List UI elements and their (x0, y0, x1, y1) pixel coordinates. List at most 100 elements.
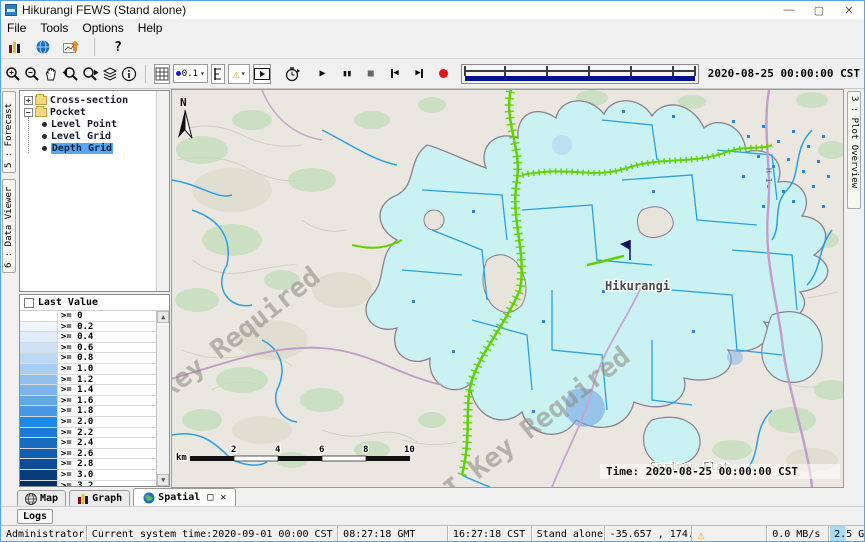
legend-color-swatch (20, 406, 58, 416)
tab-graph[interactable]: Graph (69, 490, 130, 506)
legend-color-swatch (20, 385, 58, 395)
svg-text:10: 10 (404, 445, 415, 455)
scroll-up-icon[interactable]: ▲ (157, 311, 169, 323)
legend-row: >= 2.2 (20, 428, 156, 439)
app-logo-icon (5, 4, 17, 16)
legend-row: >= 0.6 (20, 343, 156, 354)
tree-node-cross-section[interactable]: + Cross-section (20, 94, 169, 106)
expand-icon[interactable]: + (24, 96, 33, 105)
scroll-down-icon[interactable]: ▼ (157, 474, 169, 486)
stop-icon[interactable]: ■ (364, 64, 378, 84)
title-bar: Hikurangi FEWS (Stand alone) — ▢ ✕ (1, 1, 864, 19)
zoom-next-icon[interactable] (82, 64, 99, 84)
zoom-in-icon[interactable] (5, 64, 21, 84)
animation-timer-icon[interactable] (284, 64, 300, 84)
legend-row-label: >= 0.4 (58, 332, 94, 342)
info-icon[interactable] (121, 64, 137, 84)
tab-plot-overview[interactable]: 3 : Plot Overview (847, 91, 861, 209)
contour-interval-dropdown[interactable]: 0.1 ▾ (173, 64, 208, 83)
town-label: Hikurangi (605, 279, 670, 293)
last-value-checkbox[interactable] (24, 298, 34, 308)
close-button[interactable]: ✕ (834, 1, 864, 19)
globe-wireframe-icon (25, 493, 37, 505)
menu-item-file[interactable]: File (7, 21, 26, 35)
legend-color-swatch (20, 343, 58, 353)
legend-scrollbar[interactable]: ▲ ▼ (156, 311, 169, 486)
menu-item-options[interactable]: Options (82, 21, 123, 35)
legend-row: >= 3.2 (20, 481, 156, 487)
bottom-tab-bar: Map Graph Spatial □ ✕ (1, 488, 864, 506)
map-canvas[interactable]: API Key Required API Key Required Hikura… (172, 90, 843, 487)
logs-button[interactable]: Logs (17, 509, 53, 524)
minimize-button[interactable]: — (774, 1, 804, 19)
legend-row-label: >= 2.0 (58, 417, 94, 427)
grid-display-icon[interactable] (154, 64, 170, 84)
status-bar: Administrator Current system time:2020-0… (1, 525, 864, 542)
last-value-label: Last Value (38, 297, 98, 308)
legend-row: >= 1.6 (20, 396, 156, 407)
tree-node-pocket[interactable]: − Pocket (20, 106, 169, 118)
legend-color-swatch (20, 438, 58, 448)
record-icon[interactable] (436, 64, 450, 84)
tab-data-viewer[interactable]: 6 : Data Viewer (2, 179, 16, 273)
tab-map[interactable]: Map (17, 490, 66, 506)
legend-color-swatch (20, 417, 58, 427)
collapse-icon[interactable]: − (24, 108, 33, 117)
status-gmt-time: 08:27:18 GMT (338, 526, 448, 542)
help-icon[interactable]: ? (108, 37, 128, 57)
time-slider[interactable] (461, 64, 699, 84)
tab-spatial[interactable]: Spatial □ ✕ (133, 488, 236, 506)
legend-panel: Last Value >= 0>= 0.2>= 0.4>= 0.6>= 0.8>… (19, 294, 170, 487)
tree-scrollbar[interactable] (156, 91, 169, 291)
tab-close-icon[interactable]: ✕ (220, 492, 226, 503)
legend-row: >= 0.4 (20, 332, 156, 343)
menu-item-help[interactable]: Help (138, 21, 163, 35)
legend-row: >= 1.0 (20, 364, 156, 375)
spatial-map[interactable]: API Key Required API Key Required Hikura… (171, 89, 844, 488)
warnings-dropdown[interactable]: ⚠ ▾ (228, 64, 250, 84)
tree-node-level-grid[interactable]: Level Grid (20, 130, 169, 142)
skip-to-start-icon[interactable]: ◀ (388, 64, 402, 84)
time-slider-range-bar[interactable] (465, 76, 695, 81)
legend-row: >= 2.8 (20, 459, 156, 470)
legend-row-label: >= 1.4 (58, 385, 94, 395)
tree-node-depth-grid[interactable]: Depth Grid (20, 142, 169, 154)
layers-icon[interactable] (102, 64, 118, 84)
tab-maximize-icon[interactable]: □ (207, 492, 213, 503)
movie-export-icon[interactable] (253, 64, 271, 84)
globe-icon (143, 492, 155, 504)
play-icon[interactable]: ▶ (316, 64, 330, 84)
scalebar-toggle-icon[interactable] (211, 64, 226, 84)
tab-forecast[interactable]: 5 : Forecast (2, 91, 16, 173)
left-tab-strip: 5 : Forecast 6 : Data Viewer (1, 89, 17, 488)
tree-node-level-point[interactable]: Level Point (20, 118, 169, 130)
status-network-rate: 0.0 MB/s (767, 526, 829, 542)
profile-chart-icon[interactable] (61, 37, 81, 57)
bullet-icon (42, 122, 47, 127)
legend-row-label: >= 0.2 (58, 322, 94, 332)
folder-icon (35, 108, 47, 117)
zoom-out-icon[interactable] (24, 64, 40, 84)
dot-icon (176, 71, 181, 76)
zoom-previous-icon[interactable] (62, 64, 79, 84)
status-warning-cell[interactable]: ⚠ (692, 526, 767, 542)
filter-tree: + Cross-section − Pocket Level Point Lev… (19, 90, 170, 292)
pan-hand-icon[interactable] (43, 64, 59, 84)
legend-row-label: >= 1.8 (58, 406, 94, 416)
legend-row: >= 2.0 (20, 417, 156, 428)
menu-item-tools[interactable]: Tools (40, 21, 68, 35)
map-display-icon[interactable] (33, 37, 53, 57)
legend-row: >= 0 (20, 311, 156, 322)
map-toolbar: 0.1 ▾ ⚠ ▾ ▶ ▮▮ ■ ◀ ▶ (1, 58, 864, 89)
toolbar-datetime: 2020-08-25 00:00:00 CST (708, 67, 860, 80)
right-tab-strip: 3 : Plot Overview (844, 89, 864, 488)
menu-bar: File Tools Options Help (1, 19, 864, 36)
legend-row-label: >= 2.2 (58, 428, 94, 438)
database-viewer-icon[interactable] (5, 37, 25, 57)
app-window: Hikurangi FEWS (Stand alone) — ▢ ✕ File T… (0, 0, 865, 542)
skip-to-end-icon[interactable]: ▶ (412, 64, 426, 84)
legend-row-label: >= 1.2 (58, 375, 94, 385)
maximize-button[interactable]: ▢ (804, 1, 834, 19)
legend-color-swatch (20, 311, 58, 321)
pause-icon[interactable]: ▮▮ (340, 64, 354, 84)
